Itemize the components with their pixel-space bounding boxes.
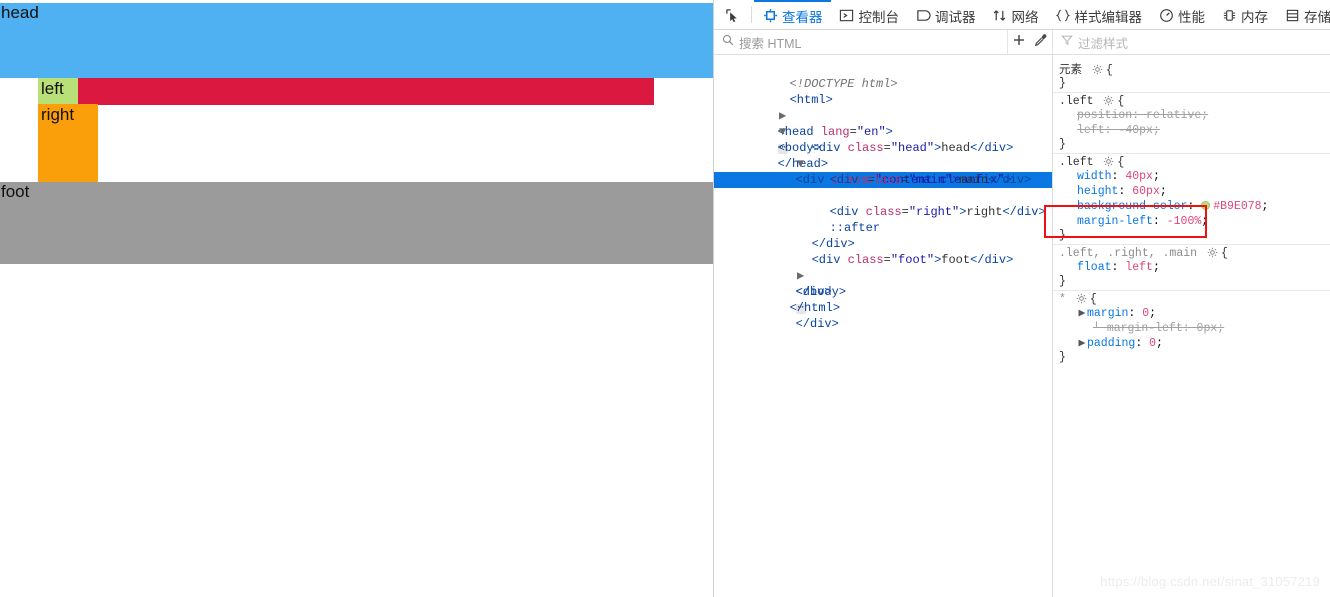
tab-console[interactable]: 控制台 bbox=[831, 0, 908, 29]
search-icon bbox=[722, 33, 734, 51]
page-div-main bbox=[78, 78, 654, 105]
console-icon bbox=[839, 8, 855, 24]
page-div-head: head bbox=[0, 3, 713, 78]
tab-network-label: 网络 bbox=[1011, 9, 1039, 25]
watermark-text: https://blog.csdn.net/sinat_31057219 bbox=[1100, 574, 1320, 589]
rule-selector[interactable]: 元素 bbox=[1059, 64, 1082, 77]
markup-view[interactable]: <!DOCTYPE html> <html> ▶ <head lang="en"… bbox=[714, 55, 1053, 597]
search-tool-buttons bbox=[1008, 30, 1053, 54]
declaration-background-color[interactable]: background-color: #B9E078; bbox=[1059, 199, 1330, 214]
storage-icon bbox=[1284, 8, 1300, 24]
rule-universal[interactable]: * { ▶ margin: 0; └ margin-left: 0px; ▶ pad… bbox=[1053, 291, 1330, 366]
memory-icon bbox=[1221, 8, 1237, 24]
gear-icon[interactable] bbox=[1092, 64, 1103, 75]
declaration-height[interactable]: height: 60px; bbox=[1059, 184, 1330, 199]
twisty-closed-icon[interactable]: ▶ bbox=[778, 108, 788, 124]
style-editor-icon bbox=[1055, 8, 1071, 24]
rules-view[interactable]: 元素 { } .left {position: relative; left:… bbox=[1053, 55, 1330, 597]
expand-twisty-icon[interactable]: ▶ bbox=[1077, 336, 1087, 351]
gear-icon[interactable] bbox=[1076, 293, 1087, 304]
declaration-float[interactable]: float: left; bbox=[1059, 260, 1330, 275]
twisty-open-icon[interactable]: ▼ bbox=[796, 156, 806, 172]
devtools-body: <!DOCTYPE html> <html> ▶ <head lang="en"… bbox=[714, 55, 1330, 597]
expand-twisty-icon[interactable]: ▶ bbox=[1077, 306, 1087, 321]
page-div-foot: foot bbox=[0, 182, 713, 264]
filter-placeholder: 过滤样式 bbox=[1078, 36, 1129, 51]
twisty-closed-icon[interactable]: ▶ bbox=[796, 268, 806, 284]
rule-selector[interactable]: .left bbox=[1059, 156, 1094, 169]
devtools-panel: 查看器 控制台 调试器 网络 样式编辑器 性能 内存 存储 搜索 HTML 过滤… bbox=[713, 0, 1330, 597]
twisty-open-icon[interactable]: ▼ bbox=[778, 124, 788, 140]
rule-left-overridden[interactable]: .left { position: relative; left: -40px;… bbox=[1053, 93, 1330, 154]
picker-arrow-icon bbox=[724, 8, 740, 24]
page-div-right: right bbox=[38, 104, 98, 182]
gear-icon[interactable] bbox=[1207, 247, 1218, 258]
rule-selector[interactable]: .left bbox=[1059, 95, 1094, 108]
page-blank-area bbox=[0, 264, 713, 597]
tab-debugger-label: 调试器 bbox=[935, 9, 976, 25]
filter-icon bbox=[1061, 33, 1073, 51]
search-input[interactable]: 搜索 HTML bbox=[714, 30, 1008, 54]
tab-storage-label: 存储 bbox=[1304, 9, 1330, 25]
tab-memory[interactable]: 内存 bbox=[1213, 0, 1276, 29]
tab-memory-label: 内存 bbox=[1241, 9, 1268, 25]
gear-icon[interactable] bbox=[1103, 95, 1114, 106]
rule-element[interactable]: 元素 { } bbox=[1053, 59, 1330, 93]
tab-storage[interactable]: 存储 bbox=[1276, 0, 1330, 29]
tab-inspector-label: 查看器 bbox=[782, 9, 823, 25]
tab-style-editor-label: 样式编辑器 bbox=[1074, 9, 1143, 25]
rule-selector[interactable]: .left, .right, .main bbox=[1059, 247, 1197, 260]
filter-styles-input[interactable]: 过滤样式 bbox=[1053, 30, 1330, 54]
browser-page-viewport: head left right foot bbox=[0, 0, 713, 597]
rule-float-group[interactable]: .left, .right, .main { float: left; } bbox=[1053, 245, 1330, 291]
gear-icon[interactable] bbox=[1103, 156, 1114, 167]
declaration-padding[interactable]: ▶ padding: 0; bbox=[1059, 336, 1330, 351]
tab-inspector[interactable]: 查看器 bbox=[754, 0, 831, 29]
tab-network[interactable]: 网络 bbox=[984, 0, 1047, 29]
eyedropper-icon[interactable] bbox=[1034, 33, 1048, 52]
performance-icon bbox=[1158, 8, 1174, 24]
plus-icon[interactable] bbox=[1012, 33, 1026, 52]
devtools-toolbar: 查看器 控制台 调试器 网络 样式编辑器 性能 内存 存储 bbox=[714, 0, 1330, 30]
declaration-width[interactable]: width: 40px; bbox=[1059, 169, 1330, 184]
debugger-icon bbox=[915, 8, 931, 24]
tab-performance[interactable]: 性能 bbox=[1150, 0, 1213, 29]
rule-left-active[interactable]: .left { width: 40px; height: 60px; backg… bbox=[1053, 154, 1330, 245]
declaration-margin-left-sub[interactable]: └ margin-left: 0px; bbox=[1059, 321, 1330, 336]
color-swatch-icon[interactable] bbox=[1201, 201, 1211, 210]
tab-style-editor[interactable]: 样式编辑器 bbox=[1047, 0, 1151, 29]
devtools-search-row: 搜索 HTML 过滤样式 bbox=[714, 30, 1330, 55]
network-icon bbox=[992, 8, 1008, 24]
search-placeholder: 搜索 HTML bbox=[739, 36, 802, 51]
tab-debugger[interactable]: 调试器 bbox=[907, 0, 984, 29]
tab-console-label: 控制台 bbox=[858, 9, 900, 25]
dom-node-close-content: </div> bbox=[811, 237, 855, 251]
declaration-position[interactable]: position: relative; bbox=[1059, 108, 1330, 123]
dom-node-doctype[interactable]: <!DOCTYPE html> bbox=[714, 60, 1052, 91]
declaration-left[interactable]: left: -40px; bbox=[1059, 123, 1330, 138]
tab-element-picker[interactable] bbox=[714, 0, 749, 29]
declaration-margin-left[interactable]: margin-left: -100%; bbox=[1059, 214, 1330, 229]
inspector-icon bbox=[762, 8, 778, 24]
tab-performance-label: 性能 bbox=[1178, 9, 1205, 25]
declaration-margin[interactable]: ▶ margin: 0; bbox=[1059, 306, 1330, 321]
rule-selector[interactable]: * bbox=[1059, 293, 1066, 306]
toolbar-divider bbox=[751, 6, 752, 23]
